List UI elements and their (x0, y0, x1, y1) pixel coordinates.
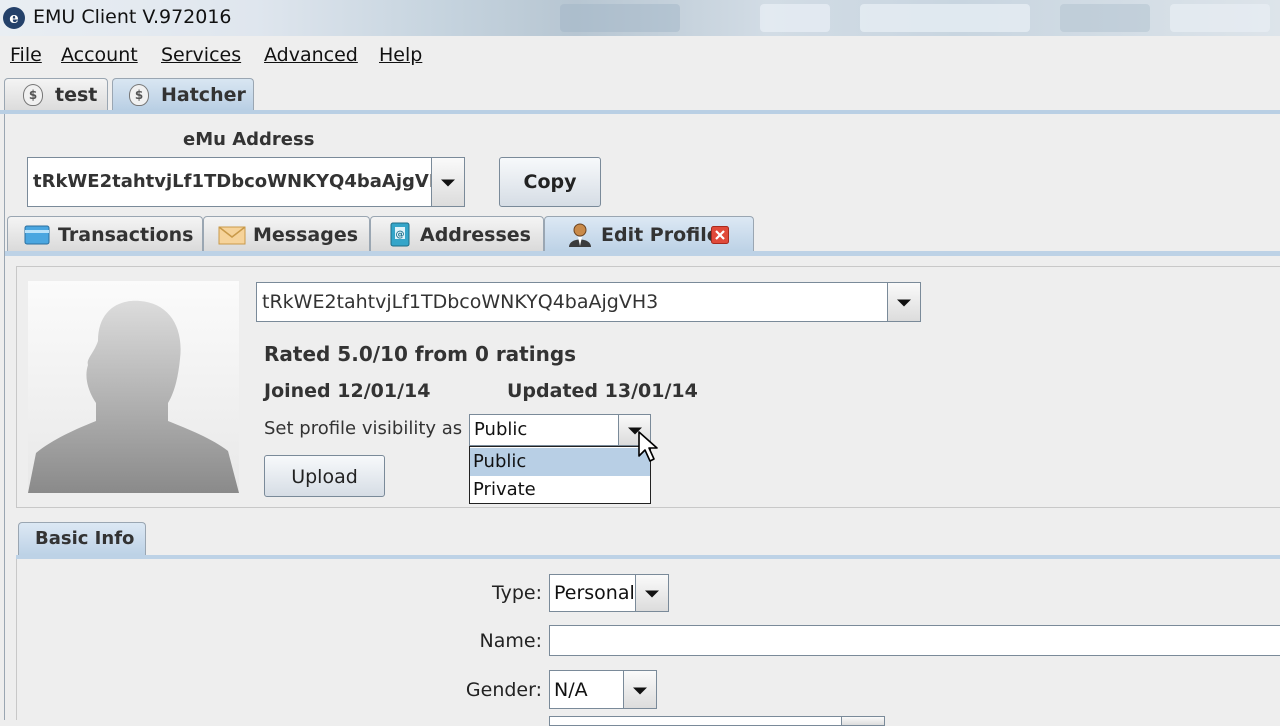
chevron-down-icon (441, 179, 455, 187)
visibility-select[interactable]: Public (469, 414, 651, 446)
profile-address-value: tRkWE2tahtvjLf1TDbcoWNKYQ4baAjgVH3 (262, 291, 659, 313)
wallet-tab-test[interactable]: $ test (4, 78, 108, 110)
chevron-down-icon (633, 687, 647, 695)
profile-address-combo[interactable]: tRkWE2tahtvjLf1TDbcoWNKYQ4baAjgVH3 (256, 282, 921, 322)
type-select-arrow[interactable] (635, 575, 668, 611)
menu-advanced[interactable]: Advanced (264, 44, 358, 66)
visibility-option-private[interactable]: Private (470, 476, 650, 504)
rating-text: Rated 5.0/10 from 0 ratings (264, 342, 577, 366)
close-icon[interactable] (711, 226, 729, 244)
gender-select-arrow[interactable] (623, 671, 656, 708)
window-title: EMU Client V.972016 (33, 6, 232, 28)
address-combo-arrow[interactable] (431, 158, 464, 206)
wallet-tab-hatcher[interactable]: $ Hatcher (112, 78, 254, 110)
tab-messages-label: Messages (253, 224, 359, 246)
sub-tab-underline (5, 251, 1280, 256)
address-caption: eMu Address (183, 129, 315, 150)
gender-select-value: N/A (554, 679, 588, 701)
copy-button[interactable]: Copy (499, 157, 601, 207)
avatar (28, 281, 239, 493)
menu-file-label: File (10, 44, 42, 66)
copy-button-label: Copy (523, 171, 577, 193)
envelope-icon (218, 226, 246, 245)
svg-text:@: @ (396, 230, 405, 240)
wallet-tab-hatcher-label: Hatcher (161, 84, 246, 106)
tab-transactions-label: Transactions (58, 224, 194, 246)
visibility-dropdown-list: Public Private (469, 446, 651, 504)
tab-edit-profile-label: Edit Profile (601, 224, 720, 246)
gender-select[interactable]: N/A (549, 670, 657, 709)
profile-address-arrow[interactable] (887, 283, 920, 321)
avatar-silhouette-icon (28, 300, 239, 493)
menu-services[interactable]: Services (161, 44, 241, 66)
transactions-icon (24, 225, 50, 245)
user-icon (569, 223, 591, 247)
visibility-option-public[interactable]: Public (470, 448, 650, 476)
tab-basic-info-label: Basic Info (35, 528, 135, 549)
joined-date: Joined 12/01/14 (264, 380, 431, 402)
menu-help[interactable]: Help (379, 44, 422, 66)
menu-help-label: Help (379, 44, 423, 66)
upload-button-label: Upload (291, 466, 358, 488)
coin-bag-icon: $ (129, 84, 149, 106)
chevron-down-icon (897, 299, 911, 307)
menu-services-label: Services (161, 44, 242, 66)
address-combo[interactable]: tRkWE2tahtvjLf1TDbcoWNKYQ4baAjgVH3 (27, 157, 465, 207)
type-label: Type: (491, 582, 542, 604)
tab-basic-info[interactable]: Basic Info (18, 522, 146, 555)
tab-addresses-label: Addresses (420, 224, 531, 246)
type-select[interactable]: Personal (549, 574, 669, 612)
menu-file[interactable]: File (10, 44, 42, 66)
next-field-arrow[interactable] (841, 717, 884, 725)
updated-date: Updated 13/01/14 (507, 380, 698, 402)
menu-account[interactable]: Account (61, 44, 138, 66)
name-input[interactable] (549, 625, 1280, 656)
name-label: Name: (479, 630, 542, 652)
address-book-icon: @ (390, 222, 410, 247)
visibility-label: Set profile visibility as (264, 418, 463, 439)
menu-advanced-label: Advanced (264, 44, 358, 66)
address-combo-value: tRkWE2tahtvjLf1TDbcoWNKYQ4baAjgVH3 (33, 171, 457, 192)
visibility-select-value: Public (474, 419, 528, 440)
app-logo-icon: e (3, 7, 25, 29)
chevron-down-icon (645, 590, 659, 598)
tab-edit-profile[interactable]: Edit Profile (544, 216, 754, 251)
next-field-partial[interactable] (549, 716, 885, 726)
menu-account-label: Account (61, 44, 138, 66)
tab-addresses[interactable]: @ Addresses (370, 216, 544, 251)
wallet-tab-test-label: test (55, 84, 98, 106)
coin-bag-icon: $ (23, 84, 43, 106)
mouse-cursor-icon (638, 431, 658, 462)
gender-label: Gender: (465, 679, 542, 701)
tab-transactions[interactable]: Transactions (7, 216, 203, 251)
type-select-value: Personal (554, 582, 635, 604)
tab-messages[interactable]: Messages (203, 216, 370, 251)
upload-button[interactable]: Upload (264, 455, 385, 497)
